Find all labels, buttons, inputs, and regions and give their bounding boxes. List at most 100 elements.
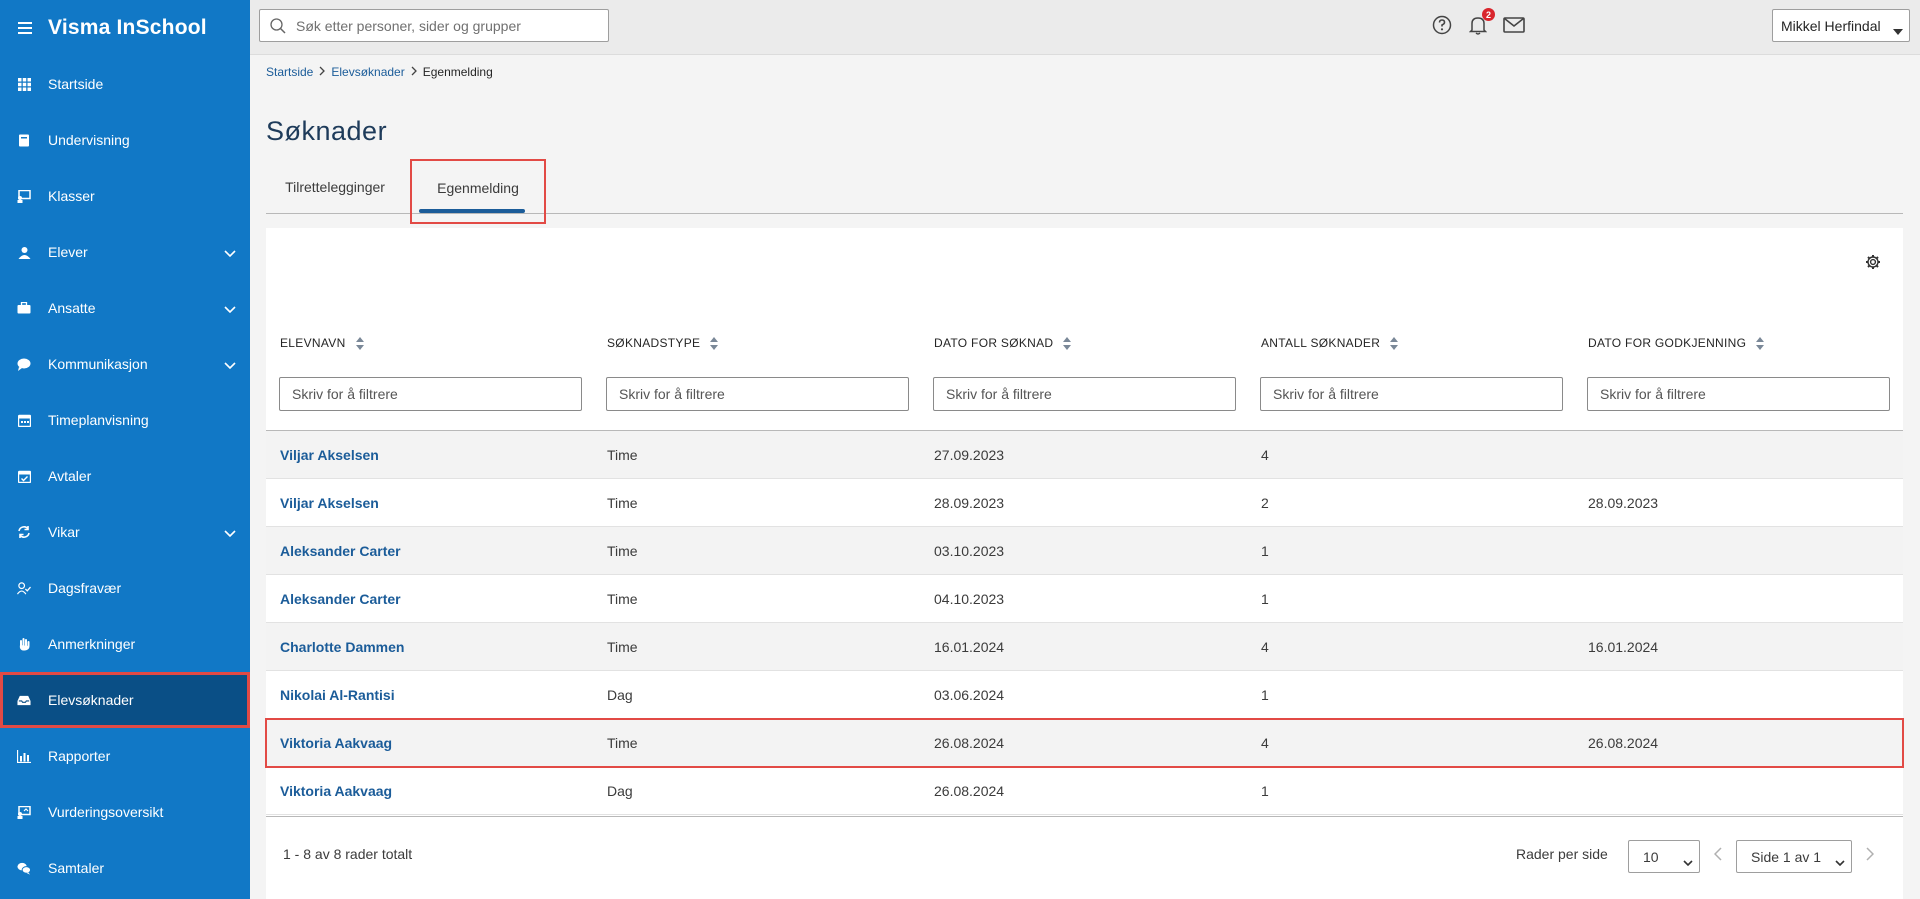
chevron-down-icon[interactable]	[224, 356, 236, 372]
table-row[interactable]: Charlotte Dammen Time 16.01.2024 4 16.01…	[266, 623, 1903, 671]
breadcrumb-link-elevsoknader[interactable]: Elevsøknader	[331, 65, 404, 79]
sidebar-item-undervisning[interactable]: Undervisning	[0, 112, 250, 168]
tab-label: Egenmelding	[437, 180, 519, 196]
sort-icon[interactable]	[1063, 336, 1072, 350]
application-count: 4	[1261, 735, 1269, 751]
table-row[interactable]: Viktoria Aakvaag Dag 26.08.2024 1	[266, 767, 1903, 815]
column-header-soknadstype[interactable]: SØKNADSTYPE	[607, 336, 719, 350]
sidebar-item-kommunikasjon[interactable]: Kommunikasjon	[0, 336, 250, 392]
sidebar-item-samtaler[interactable]: Samtaler	[0, 840, 250, 896]
application-date: 26.08.2024	[934, 783, 1005, 799]
table-row[interactable]: Aleksander Carter Time 04.10.2023 1	[266, 575, 1903, 623]
page-title: Søknader	[266, 116, 388, 146]
filter-input-soknadstype[interactable]	[606, 377, 909, 411]
application-date: 03.06.2024	[934, 687, 1005, 703]
active-tab-indicator	[419, 209, 525, 213]
breadcrumb-link-startside[interactable]: Startside	[266, 65, 313, 79]
sidebar-item-label: Undervisning	[48, 132, 130, 148]
app-brand[interactable]: Visma InSchool	[48, 16, 207, 40]
page-select[interactable]: Side 1 av 1	[1736, 840, 1852, 873]
student-name-link[interactable]: Aleksander Carter	[280, 527, 401, 575]
application-type: Time	[607, 591, 638, 607]
table-row[interactable]: Nikolai Al-Rantisi Dag 03.06.2024 1	[266, 671, 1903, 719]
sort-icon[interactable]	[1756, 336, 1765, 350]
sidebar-item-avtaler[interactable]: Avtaler	[0, 448, 250, 504]
chevron-down-icon[interactable]	[224, 524, 236, 540]
filter-input-antall-soknader[interactable]	[1260, 377, 1563, 411]
student-name-link[interactable]: Aleksander Carter	[280, 575, 401, 623]
sidebar-item-label: Ansatte	[48, 300, 96, 316]
tab-egenmelding[interactable]: Egenmelding	[410, 159, 546, 224]
application-count: 1	[1261, 783, 1269, 799]
tab-tilrettelegginger[interactable]: Tilrettelegginger	[266, 160, 404, 214]
table-row[interactable]: Viljar Akselsen Time 28.09.2023 2 28.09.…	[266, 479, 1903, 527]
tab-bar: Tilrettelegginger Egenmelding	[266, 159, 1903, 224]
application-count: 4	[1261, 639, 1269, 655]
column-header-dato-for-godkjenning[interactable]: DATO FOR GODKJENNING	[1588, 336, 1765, 350]
application-type: Dag	[607, 783, 633, 799]
sidebar-item-vikar[interactable]: Vikar	[0, 504, 250, 560]
column-header-dato-for-soknad[interactable]: DATO FOR SØKNAD	[934, 336, 1072, 350]
sidebar-item-label: Elever	[48, 244, 88, 260]
assessment-icon	[17, 805, 31, 819]
application-count: 1	[1261, 687, 1269, 703]
sidebar-item-anmerkninger[interactable]: Anmerkninger	[0, 616, 250, 672]
sidebar-item-label: Vikar	[48, 524, 80, 540]
column-header-elevnavn[interactable]: ELEVNAVN	[280, 336, 364, 350]
row-count-text: 1 - 8 av 8 rader totalt	[283, 846, 413, 862]
topbar: 2 Mikkel Herfindal	[250, 0, 1920, 55]
rows-per-page-select[interactable]: 10	[1628, 840, 1700, 873]
breadcrumb-current: Egenmelding	[422, 65, 493, 79]
hamburger-icon[interactable]	[18, 18, 48, 39]
search-input[interactable]	[296, 17, 596, 34]
sidebar-item-label: Anmerkninger	[48, 636, 136, 652]
sidebar-item-timeplanvisning[interactable]: Timeplanvisning	[0, 392, 250, 448]
sidebar-item-label: Rapporter	[48, 748, 111, 764]
filter-input-elevnavn[interactable]	[279, 377, 582, 411]
gear-icon[interactable]	[1865, 254, 1881, 275]
application-date: 27.09.2023	[934, 447, 1005, 463]
sidebar-item-klasser[interactable]: Klasser	[0, 168, 250, 224]
applications-table-panel: ELEVNAVN SØKNADSTYPE DATO FOR SØKNAD ANT…	[265, 228, 1904, 899]
chevron-right-icon	[319, 66, 326, 79]
filter-input-dato-for-godkjenning[interactable]	[1587, 377, 1890, 411]
student-name-link[interactable]: Viljar Akselsen	[280, 431, 379, 479]
grid-icon	[17, 77, 31, 91]
student-name-link[interactable]: Nikolai Al-Rantisi	[280, 671, 395, 719]
sidebar-item-vurderingsoversikt[interactable]: Vurderingsoversikt	[0, 784, 250, 840]
student-name-link[interactable]: Charlotte Dammen	[280, 623, 404, 671]
previous-page-icon[interactable]	[1713, 847, 1722, 866]
student-name-link[interactable]: Viktoria Aakvaag	[280, 767, 392, 815]
next-page-icon[interactable]	[1866, 847, 1875, 866]
sidebar-item-elevsoknader[interactable]: Elevsøknader	[0, 672, 250, 728]
user-menu-button[interactable]: Mikkel Herfindal	[1772, 9, 1910, 42]
mail-icon[interactable]	[1503, 14, 1525, 36]
notification-bell-icon[interactable]: 2	[1467, 8, 1495, 36]
sidebar-item-elever[interactable]: Elever	[0, 224, 250, 280]
table-row-highlighted[interactable]: Viktoria Aakvaag Time 26.08.2024 4 26.08…	[265, 718, 1904, 768]
chevron-right-icon	[411, 66, 417, 79]
global-search[interactable]	[259, 9, 609, 42]
student-name-link[interactable]: Viljar Akselsen	[280, 479, 379, 527]
presentation-icon	[17, 189, 31, 203]
sidebar-item-label: Vurderingsoversikt	[48, 804, 164, 820]
sidebar-item-ansatte[interactable]: Ansatte	[0, 280, 250, 336]
table-row[interactable]: Viljar Akselsen Time 27.09.2023 4	[266, 431, 1903, 479]
sidebar-item-dagsfravaer[interactable]: Dagsfravær	[0, 560, 250, 616]
column-header-antall-soknader[interactable]: ANTALL SØKNADER	[1261, 336, 1399, 350]
sort-icon[interactable]	[355, 336, 364, 350]
search-icon	[260, 17, 296, 34]
help-icon[interactable]	[1431, 14, 1453, 36]
sidebar-item-startside[interactable]: Startside	[0, 56, 250, 112]
sort-icon[interactable]	[1390, 336, 1399, 350]
notification-badge: 2	[1482, 8, 1495, 21]
table-row[interactable]: Aleksander Carter Time 03.10.2023 1	[266, 527, 1903, 575]
filter-input-dato-for-soknad[interactable]	[933, 377, 1236, 411]
student-name-link[interactable]: Viktoria Aakvaag	[280, 719, 392, 767]
sort-icon[interactable]	[710, 336, 719, 350]
chevron-down-icon[interactable]	[224, 244, 236, 260]
inbox-icon	[17, 693, 31, 707]
sidebar-item-rapporter[interactable]: Rapporter	[0, 728, 250, 784]
breadcrumb: Startside Elevsøknader Egenmelding	[266, 65, 493, 79]
chevron-down-icon[interactable]	[224, 300, 236, 316]
